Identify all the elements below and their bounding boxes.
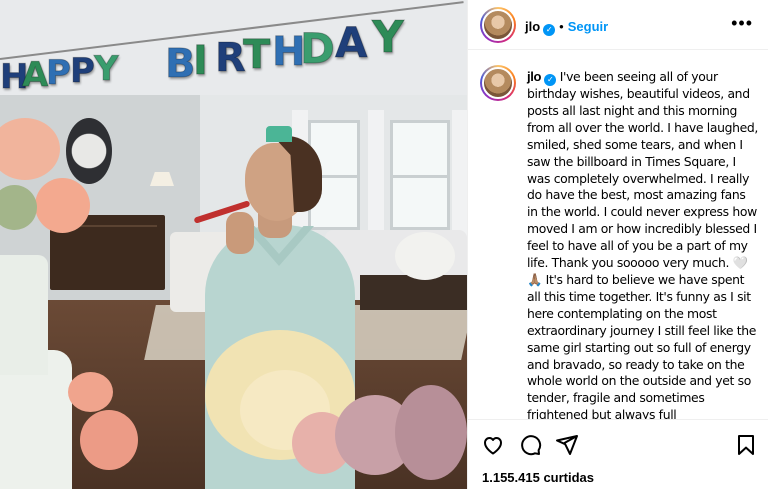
action-bar: 1.155.415 curtidas	[468, 419, 768, 489]
balloon-letter: A	[21, 55, 49, 95]
coffee-table	[360, 275, 467, 310]
caption-avatar[interactable]	[480, 65, 516, 101]
party-hat	[266, 126, 292, 142]
mauve-rose	[395, 385, 467, 480]
share-icon[interactable]	[555, 433, 579, 457]
person-hand	[226, 212, 254, 254]
balloon-letter: D	[300, 24, 336, 73]
wall-clock	[66, 118, 112, 184]
header-username[interactable]: jlo	[525, 19, 540, 34]
caption-username[interactable]: jlo	[527, 69, 541, 84]
balloon-letter: B	[165, 41, 196, 87]
avatar[interactable]	[480, 7, 516, 43]
follow-button[interactable]: Seguir	[568, 19, 608, 34]
pink-flower	[35, 178, 90, 233]
caption-area[interactable]: jlo ✓ I've been seeing all of your birthd…	[468, 52, 768, 419]
caption: jlo ✓ I've been seeing all of your birthd…	[527, 69, 759, 419]
comment-icon[interactable]	[518, 433, 542, 457]
balloon-letter: P	[70, 51, 96, 91]
post-panel: jlo ✓ • Seguir ••• jlo ✓ I've been seeing al…	[467, 0, 768, 489]
balloon-letter: I	[193, 38, 209, 84]
cake-tier-top	[0, 255, 48, 375]
balloon-letter: R	[215, 35, 247, 81]
verified-badge-icon: ✓	[543, 24, 556, 36]
white-flowers	[395, 232, 455, 280]
balloon-letter: Y	[372, 12, 405, 63]
window	[390, 120, 450, 230]
heart-icon[interactable]	[481, 433, 505, 457]
balloon-letter: T	[242, 32, 271, 78]
bookmark-icon[interactable]	[734, 433, 758, 457]
pink-flower	[80, 410, 138, 470]
curtain	[452, 110, 467, 250]
pink-flower	[68, 372, 113, 412]
likes-count[interactable]: 1.155.415 curtidas	[482, 470, 594, 485]
caption-text: I've been seeing all of your birthday wi…	[527, 69, 758, 419]
more-options-icon[interactable]: •••	[731, 14, 753, 32]
separator-dot: •	[559, 19, 564, 34]
balloon-letter: P	[46, 53, 72, 93]
post-photo[interactable]: HAPPYBIRTHDAY	[0, 0, 467, 489]
verified-badge-icon: ✓	[544, 74, 557, 86]
balloon-letter: A	[335, 18, 369, 67]
post-header: jlo ✓ • Seguir •••	[468, 0, 768, 50]
header-user-row: jlo ✓ • Seguir	[525, 18, 608, 36]
curtain	[368, 110, 384, 250]
balloon-letter: Y	[94, 49, 120, 89]
